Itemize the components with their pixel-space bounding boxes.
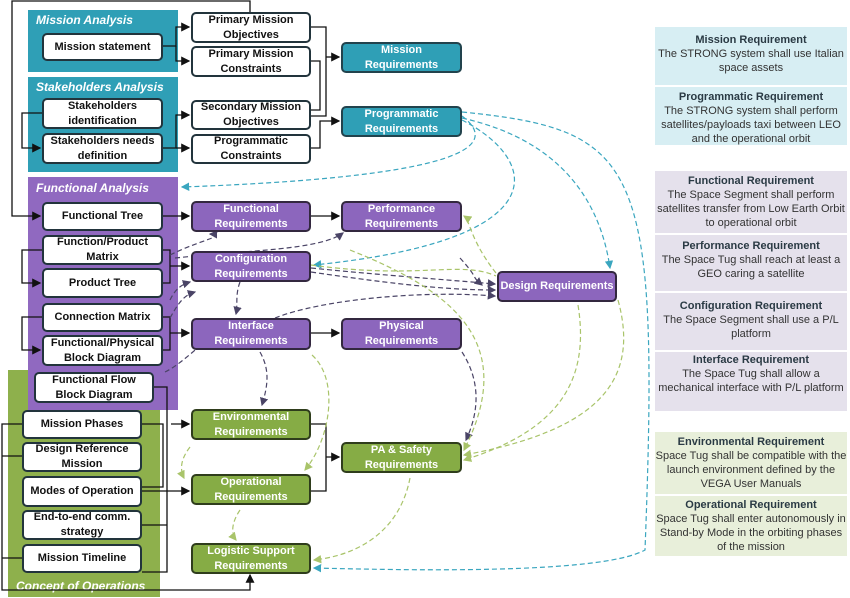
product-tree-box: Product Tree bbox=[42, 268, 163, 298]
pa-safety-requirements-box: PA & Safety Requirements bbox=[341, 442, 462, 473]
function-product-matrix-box: Function/Product Matrix bbox=[42, 235, 163, 265]
connection-matrix-box: Connection Matrix bbox=[42, 303, 163, 332]
panel-title: Mission Analysis bbox=[36, 13, 133, 27]
example-text: The Space Tug shall allow a mechanical i… bbox=[658, 368, 844, 394]
example-environmental-requirement: Environmental Requirement Space Tug shall… bbox=[655, 432, 847, 494]
example-title: Mission Requirement bbox=[695, 34, 807, 46]
stakeholders-needs-box: Stakeholders needs definition bbox=[42, 133, 163, 164]
mission-statement-box: Mission statement bbox=[42, 33, 163, 61]
functional-physical-block-diagram-box: Functional/Physical Block Diagram bbox=[42, 335, 163, 366]
functional-requirements-box: Functional Requirements bbox=[191, 201, 311, 232]
example-title: Functional Requirement bbox=[688, 175, 814, 187]
performance-requirements-box: Performance Requirements bbox=[341, 201, 462, 232]
example-title: Environmental Requirement bbox=[677, 436, 825, 448]
design-requirements-box: Design Requirements bbox=[497, 271, 617, 302]
example-title: Interface Requirement bbox=[692, 354, 810, 366]
interface-requirements-box: Interface Requirements bbox=[191, 318, 311, 350]
example-title: Operational Requirement bbox=[685, 499, 817, 511]
programmatic-constraints-box: Programmatic Constraints bbox=[191, 134, 311, 164]
programmatic-requirements-box: Programmatic Requirements bbox=[341, 106, 462, 137]
logistic-support-requirements-box: Logistic Support Requirements bbox=[191, 543, 311, 574]
example-text: Space Tug shall be compatible with the l… bbox=[655, 450, 847, 490]
modes-of-operation-box: Modes of Operation bbox=[22, 476, 142, 507]
example-text: The Space Segment shall use a P/L platfo… bbox=[663, 314, 839, 340]
end-to-end-comm-box: End-to-end comm. strategy bbox=[22, 510, 142, 540]
configuration-requirements-box: Configuration Requirements bbox=[191, 251, 311, 282]
stakeholders-identification-box: Stakeholders identification bbox=[42, 98, 163, 129]
example-configuration-requirement: Configuration Requirement The Space Segme… bbox=[655, 293, 847, 350]
panel-title: Functional Analysis bbox=[36, 181, 149, 195]
design-reference-mission-box: Design Reference Mission bbox=[22, 442, 142, 472]
secondary-mission-objectives-box: Secondary Mission Objectives bbox=[191, 100, 311, 130]
example-interface-requirement: Interface Requirement The Space Tug shall… bbox=[655, 352, 847, 411]
example-title: Performance Requirement bbox=[682, 240, 820, 252]
example-programmatic-requirement: Programmatic Requirement The STRONG syste… bbox=[655, 87, 847, 145]
example-text: The Space Tug shall reach at least a GEO… bbox=[661, 254, 841, 280]
primary-mission-constraints-box: Primary Mission Constraints bbox=[191, 46, 311, 77]
example-title: Programmatic Requirement bbox=[678, 91, 824, 103]
example-text: The Space Segment shall perform satellit… bbox=[657, 189, 845, 229]
environmental-requirements-box: Environmental Requirements bbox=[191, 409, 311, 440]
example-performance-requirement: Performance Requirement The Space Tug sha… bbox=[655, 235, 847, 291]
mission-phases-box: Mission Phases bbox=[22, 410, 142, 439]
example-text: The STRONG system shall use Italian spac… bbox=[658, 48, 844, 74]
example-title: Configuration Requirement bbox=[679, 300, 823, 312]
primary-mission-objectives-box: Primary Mission Objectives bbox=[191, 12, 311, 43]
functional-tree-box: Functional Tree bbox=[42, 202, 163, 231]
mission-requirements-box: Mission Requirements bbox=[341, 42, 462, 73]
mission-timeline-box: Mission Timeline bbox=[22, 544, 142, 573]
panel-title: Stakeholders Analysis bbox=[36, 80, 164, 94]
operational-requirements-box: Operational Requirements bbox=[191, 474, 311, 505]
example-mission-requirement: Mission Requirement The STRONG system sha… bbox=[655, 27, 847, 85]
example-operational-requirement: Operational Requirement Space Tug shall e… bbox=[655, 496, 847, 556]
example-text: The STRONG system shall perform satellit… bbox=[661, 105, 841, 145]
panel-title: Concept of Operations bbox=[16, 579, 146, 593]
physical-requirements-box: Physical Requirements bbox=[341, 318, 462, 350]
example-text: Space Tug shall enter autonomously in St… bbox=[656, 513, 846, 553]
functional-flow-block-diagram-box: Functional Flow Block Diagram bbox=[34, 372, 154, 403]
example-functional-requirement: Functional Requirement The Space Segment … bbox=[655, 171, 847, 233]
